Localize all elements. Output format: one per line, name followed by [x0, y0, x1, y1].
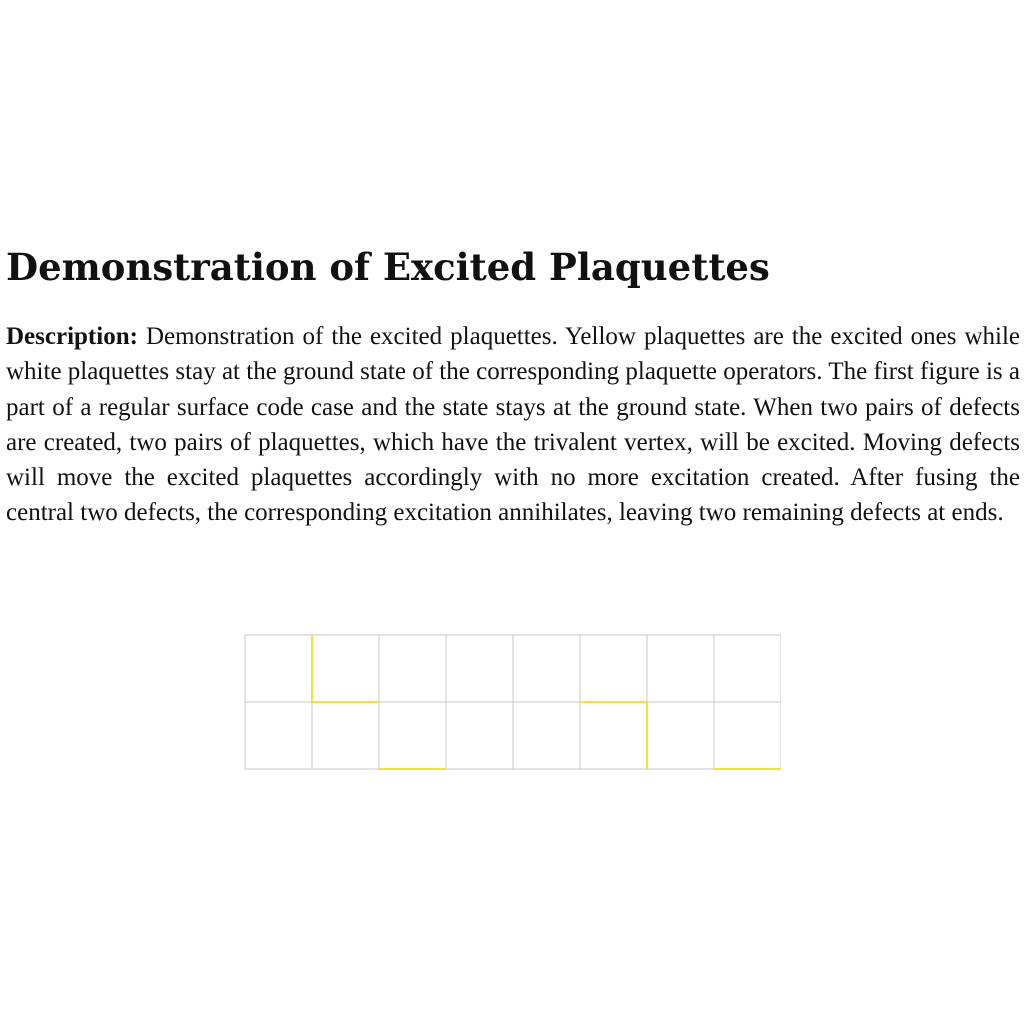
plaquette-lattice-figure [244, 634, 781, 771]
description-label: Description: [6, 323, 138, 350]
description-text: Demonstration of the excited plaquettes.… [6, 323, 1021, 527]
description-paragraph: Description: Demonstration of the excite… [6, 319, 1020, 531]
page-title: Demonstration of Excited Plaquettes [6, 245, 770, 289]
plaquette-lattice-svg [244, 634, 781, 770]
